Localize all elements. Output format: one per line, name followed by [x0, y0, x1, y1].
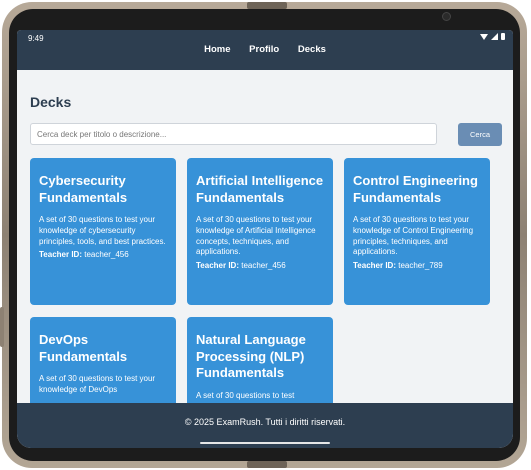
nav-home[interactable]: Home	[204, 44, 230, 55]
camera-icon	[442, 12, 451, 21]
search-input[interactable]	[30, 123, 437, 145]
deck-card[interactable]: Cybersecurity Fundamentals A set of 30 q…	[30, 158, 176, 305]
deck-teacher: Teacher ID: teacher_456	[39, 250, 167, 261]
nav-decks[interactable]: Decks	[298, 44, 326, 55]
deck-title: Control Engineering Fundamentals	[353, 173, 478, 205]
deck-description: A set of 30 questions to test	[196, 390, 295, 400]
app-footer: © 2025 ExamRush. Tutti i diritti riserva…	[17, 403, 513, 448]
deck-title: DevOps Fundamentals	[39, 332, 128, 364]
teacher-id: teacher_456	[241, 261, 286, 271]
deck-card[interactable]: Control Engineering Fundamentals A set o…	[344, 158, 490, 305]
page-title: Decks	[30, 94, 72, 110]
teacher-id: teacher_456	[84, 250, 129, 260]
deck-teacher: Teacher ID: teacher_789	[353, 261, 481, 272]
deck-description: A set of 30 questions to test your knowl…	[353, 215, 474, 257]
battery-icon	[501, 33, 505, 40]
app-screen: 9:49 Home Profilo Decks Decks Cerca Cybe…	[17, 30, 513, 448]
deck-teacher: Teacher ID: teacher_456	[196, 261, 324, 272]
hinge-bottom	[247, 461, 287, 468]
hinge-top	[247, 2, 287, 9]
teacher-label: Teacher ID:	[353, 261, 396, 271]
footer-copyright: © 2025 ExamRush. Tutti i diritti riserva…	[184, 417, 346, 427]
deck-title: Artificial Intelligence Fundamentals	[196, 173, 324, 205]
nav-profilo[interactable]: Profilo	[249, 44, 279, 55]
deck-title: Cybersecurity Fundamentals	[39, 173, 128, 205]
teacher-label: Teacher ID:	[39, 250, 82, 260]
home-indicator[interactable]	[200, 442, 330, 444]
teacher-id: teacher_789	[398, 261, 443, 271]
search-button[interactable]: Cerca	[458, 123, 502, 146]
signal-icon	[491, 33, 498, 40]
status-time: 9:49	[28, 34, 44, 43]
wifi-icon	[480, 33, 488, 40]
main-nav: Home Profilo Decks	[17, 44, 513, 55]
deck-card[interactable]: Artificial Intelligence Fundamentals A s…	[187, 158, 333, 305]
status-icons	[480, 33, 505, 40]
deck-title: Natural Language Processing (NLP) Fundam…	[196, 332, 306, 380]
side-button	[0, 307, 4, 347]
deck-description: A set of 30 questions to test your knowl…	[39, 374, 156, 394]
teacher-label: Teacher ID:	[196, 261, 239, 271]
deck-description: A set of 30 questions to test your knowl…	[196, 215, 316, 257]
deck-description: A set of 30 questions to test your knowl…	[39, 215, 166, 246]
app-header: 9:49 Home Profilo Decks	[17, 30, 513, 70]
